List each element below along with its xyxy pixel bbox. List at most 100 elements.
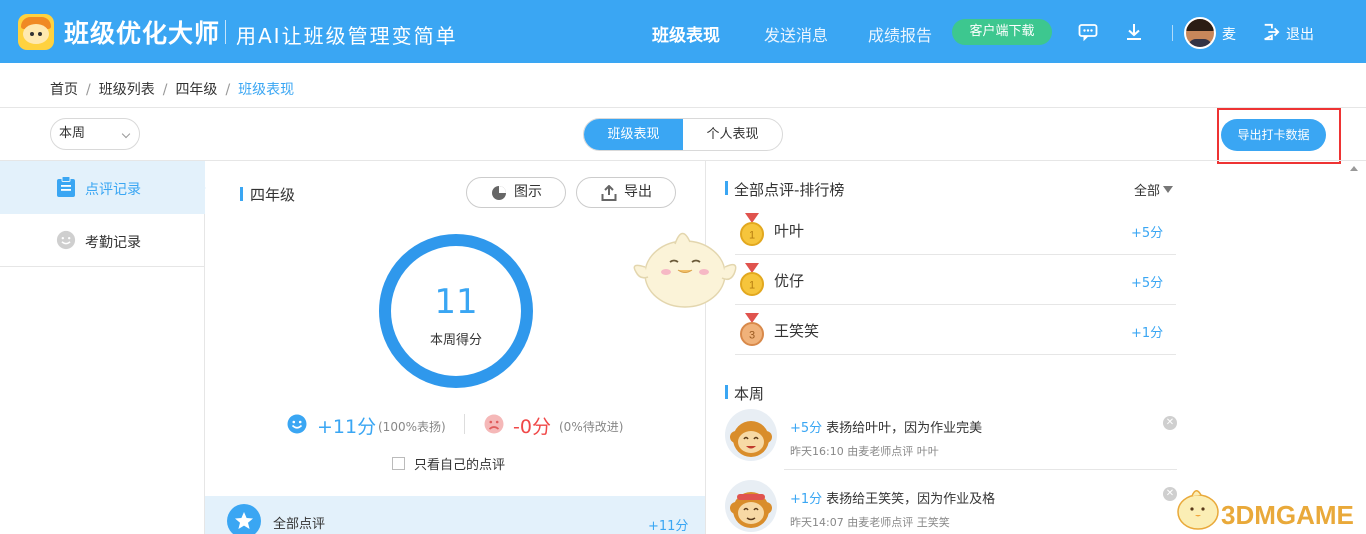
stats-divider (464, 414, 465, 434)
feed-text: +5分 表扬给叶叶，因为作业完美 (790, 417, 982, 436)
sidebar-item-review-records[interactable]: 点评记录 (0, 161, 206, 214)
feed-meta: 昨天16:10 由麦老师点评 叶叶 (790, 445, 939, 458)
feed-message: 表扬给叶叶，因为作业完美 (826, 421, 983, 436)
message-icon[interactable] (1078, 22, 1098, 42)
score-value: 11 (434, 282, 478, 322)
user-name[interactable]: 麦 (1222, 24, 1236, 44)
title-divider (225, 20, 226, 44)
client-download-button[interactable]: 客户端下载 (952, 19, 1052, 45)
student-points: +5分 (1131, 226, 1164, 241)
feed-text: +1分 表扬给王笑笑，因为作业及格 (790, 488, 995, 507)
breadcrumb-home[interactable]: 首页 (50, 82, 78, 98)
monkey-avatar-icon (725, 409, 777, 461)
legend-button[interactable]: 图示 (466, 177, 566, 208)
ranking-row[interactable]: 1 叶叶 +5分 (735, 205, 1176, 255)
logout-icon[interactable] (1262, 23, 1280, 41)
feed-item[interactable]: +1分 表扬给王笑笑，因为作业及格 昨天14:07 由麦老师点评 王笑笑 ✕ (725, 480, 1177, 534)
breadcrumb-current: 班级表现 (238, 82, 295, 98)
positive-points: +11分 (317, 416, 377, 438)
score-label: 本周得分 (429, 333, 482, 348)
legend-button-label: 图示 (514, 184, 542, 200)
logout-link[interactable]: 退出 (1286, 24, 1314, 44)
gold-medal-icon: 1 (740, 263, 764, 296)
header-divider (1172, 25, 1173, 41)
tab-class-performance[interactable]: 班级表现 (584, 119, 683, 150)
upload-icon (601, 185, 617, 201)
feed-message: 表扬给王笑笑，因为作业及格 (826, 492, 996, 507)
watermark-bird-icon (1177, 490, 1219, 530)
pie-chart-icon (492, 186, 506, 200)
section-marker (725, 385, 728, 399)
star-icon (235, 512, 253, 529)
nav-grade-report[interactable]: 成绩报告 (868, 22, 932, 46)
panel-divider (705, 161, 706, 534)
section-marker (725, 181, 728, 195)
breadcrumb: 首页 / 班级列表 / 四年级 / 班级表现 (50, 82, 295, 98)
negative-points: -0分 (513, 416, 551, 438)
student-points: +5分 (1131, 276, 1164, 291)
download-icon[interactable] (1124, 22, 1144, 42)
happy-face-icon (287, 414, 307, 434)
breadcrumb-grade[interactable]: 四年级 (175, 82, 217, 98)
nav-class-performance[interactable]: 班级表现 (652, 21, 720, 46)
feed-meta: 昨天14:07 由麦老师点评 王笑笑 (790, 516, 950, 529)
mascot-bird-icon (633, 232, 737, 308)
svg-text:1: 1 (749, 280, 755, 292)
all-reviews-label: 全部点评 (273, 517, 326, 532)
app-title: 班级优化大师 (64, 19, 221, 48)
class-name-title: 四年级 (250, 186, 296, 204)
feed-points: +1分 (790, 492, 823, 507)
own-reviews-label[interactable]: 只看自己的点评 (414, 454, 505, 473)
ranking-title: 全部点评-排行榜 (734, 181, 845, 199)
ranking-filter-select[interactable]: 全部 (1134, 180, 1174, 199)
view-tabs: 班级表现 个人表现 (583, 118, 783, 151)
delete-icon[interactable]: ✕ (1163, 416, 1177, 430)
sidebar-item-label: 考勤记录 (85, 235, 141, 251)
sidebar-divider (0, 266, 205, 267)
gold-medal-icon: 1 (740, 213, 764, 246)
monkey-avatar-icon (725, 480, 777, 532)
scroll-up-icon[interactable] (1350, 163, 1358, 175)
nav-send-message[interactable]: 发送消息 (764, 22, 828, 46)
bronze-medal-icon: 3 (740, 313, 764, 346)
feed-points: +5分 (790, 421, 823, 436)
export-button[interactable]: 导出 (576, 177, 676, 208)
top-bar: 班级优化大师 用AI让班级管理变简单 班级表现 发送消息 成绩报告 客户端下载 … (0, 0, 1366, 63)
all-reviews-points: +11分 (648, 519, 689, 534)
app-slogan: 用AI让班级管理变简单 (236, 24, 458, 48)
student-name: 优仔 (774, 272, 805, 290)
clipboard-icon (57, 176, 75, 197)
negative-ratio: (0%待改进) (559, 420, 624, 434)
week-feed-title: 本周 (734, 385, 765, 403)
svg-text:1: 1 (749, 230, 755, 242)
svg-text:3: 3 (749, 330, 755, 342)
student-name: 王笑笑 (774, 322, 820, 340)
all-reviews-row[interactable]: 全部点评 +11分 (205, 496, 705, 534)
breadcrumb-divider (0, 107, 1366, 108)
star-badge (227, 504, 261, 534)
right-scrollbar[interactable] (1350, 161, 1358, 534)
sidebar-item-attendance[interactable]: 考勤记录 (0, 214, 205, 267)
own-reviews-checkbox[interactable] (392, 457, 405, 470)
student-points: +1分 (1131, 326, 1164, 341)
tab-personal-performance[interactable]: 个人表现 (683, 119, 782, 150)
export-checkin-data-button[interactable]: 导出打卡数据 (1221, 119, 1326, 151)
smiley-icon (56, 230, 76, 250)
app-logo[interactable] (18, 14, 54, 50)
student-name: 叶叶 (774, 222, 805, 240)
user-avatar[interactable] (1184, 17, 1216, 49)
period-select[interactable]: 本周 (50, 118, 140, 150)
ranking-row[interactable]: 1 优仔 +5分 (735, 255, 1176, 305)
export-button-label: 导出 (624, 184, 652, 200)
section-marker (240, 187, 243, 201)
sad-face-icon (484, 414, 504, 434)
left-sidebar: 点评记录 考勤记录 (0, 161, 206, 534)
feed-item[interactable]: +5分 表扬给叶叶，因为作业完美 昨天16:10 由麦老师点评 叶叶 ✕ (725, 409, 1177, 471)
caret-down-icon (1163, 186, 1174, 198)
period-select-value: 本周 (59, 126, 86, 141)
ranking-row[interactable]: 3 王笑笑 +1分 (735, 305, 1176, 355)
sidebar-item-label: 点评记录 (85, 182, 141, 198)
breadcrumb-class-list[interactable]: 班级列表 (99, 82, 155, 98)
positive-ratio: (100%表扬) (378, 420, 446, 434)
ranking-filter-value: 全部 (1134, 184, 1161, 199)
